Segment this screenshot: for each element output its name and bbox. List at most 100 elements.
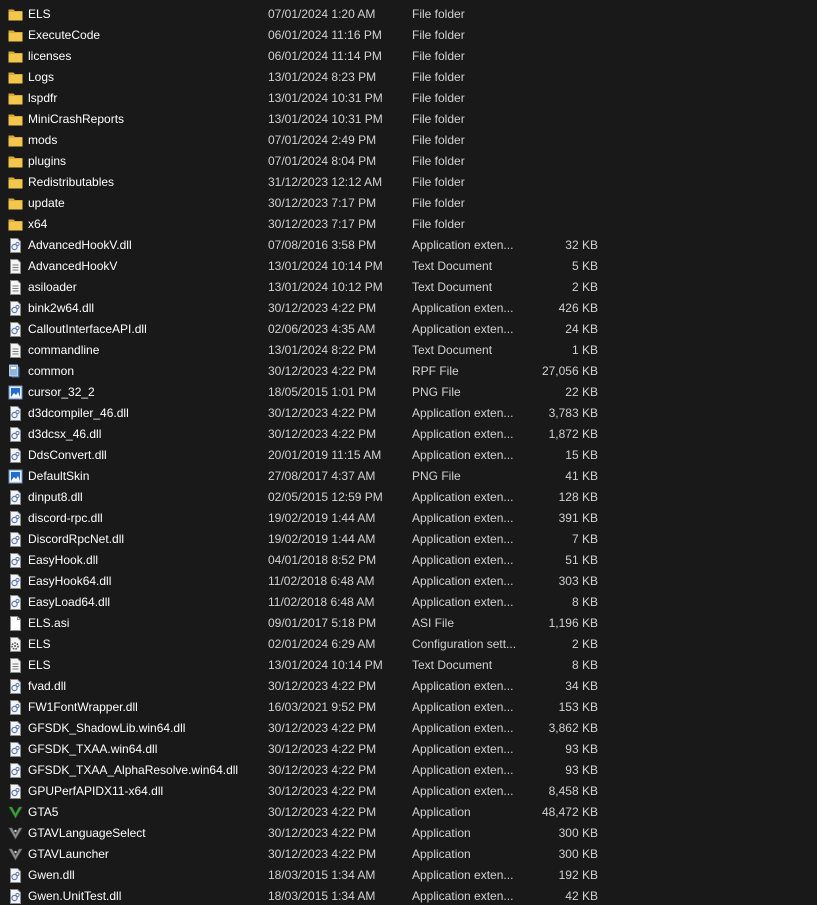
dll-file-icon <box>8 700 23 715</box>
file-size: 15 KB <box>565 448 598 462</box>
file-type: Application exten... <box>412 490 514 504</box>
file-row[interactable]: EasyHook64.dll 11/02/2018 6:48 AM Applicat… <box>0 571 817 592</box>
file-type: Application <box>412 826 471 840</box>
file-type: Text Document <box>412 280 493 294</box>
file-date-modified: 30/12/2023 4:22 PM <box>268 721 377 735</box>
file-size: 300 KB <box>558 847 598 861</box>
file-date-modified: 30/12/2023 4:22 PM <box>268 742 377 756</box>
folder-icon <box>8 112 23 127</box>
file-size: 27,056 KB <box>541 364 598 378</box>
folder-icon <box>8 70 23 85</box>
file-name: ELS <box>28 658 51 672</box>
file-row[interactable]: asiloader 13/01/2024 10:12 PM Text Documen… <box>0 277 817 298</box>
file-size: 300 KB <box>558 826 598 840</box>
file-row[interactable]: GTAVLauncher 30/12/2023 4:22 PM Applicatio… <box>0 844 817 865</box>
file-size <box>520 193 598 214</box>
folder-icon <box>8 28 23 43</box>
file-type: Application exten... <box>412 721 514 735</box>
file-type: File folder <box>412 112 465 126</box>
file-date-modified: 30/12/2023 4:22 PM <box>268 784 377 798</box>
dll-file-icon <box>8 868 23 883</box>
file-row[interactable]: ExecuteCode 06/01/2024 11:16 PM File folde… <box>0 25 817 46</box>
file-date-modified: 07/01/2024 1:20 AM <box>268 7 376 21</box>
file-row[interactable]: common 30/12/2023 4:22 PM RPF File 27,056 K… <box>0 361 817 382</box>
file-row[interactable]: discord-rpc.dll 19/02/2019 1:44 AM Applica… <box>0 508 817 529</box>
file-date-modified: 02/01/2024 6:29 AM <box>268 637 376 651</box>
file-row[interactable]: ELS.asi 09/01/2017 5:18 PM ASI File 1,196 K… <box>0 613 817 634</box>
file-type: RPF File <box>412 364 459 378</box>
file-size: 93 KB <box>565 763 598 777</box>
text-document-icon <box>8 658 23 673</box>
png-file-icon <box>8 385 23 400</box>
file-row[interactable]: d3dcompiler_46.dll 30/12/2023 4:22 PM Appl… <box>0 403 817 424</box>
dll-file-icon <box>8 532 23 547</box>
file-row[interactable]: MiniCrashReports 13/01/2024 10:31 PM File … <box>0 109 817 130</box>
dll-file-icon <box>8 763 23 778</box>
file-row[interactable]: EasyHook.dll 04/01/2018 8:52 PM Applicatio… <box>0 550 817 571</box>
file-date-modified: 30/12/2023 4:22 PM <box>268 847 377 861</box>
dll-file-icon <box>8 490 23 505</box>
dll-file-icon <box>8 511 23 526</box>
file-type: Application exten... <box>412 679 514 693</box>
file-name: GTA5 <box>28 805 59 819</box>
folder-icon <box>8 196 23 211</box>
file-name: plugins <box>28 154 67 168</box>
file-row[interactable]: GFSDK_TXAA_AlphaResolve.win64.dll 30/12/2… <box>0 760 817 781</box>
file-row[interactable]: CalloutInterfaceAPI.dll 02/06/2023 4:35 A… <box>0 319 817 340</box>
folder-icon <box>8 154 23 169</box>
file-row[interactable]: ELS 13/01/2024 10:14 PM Text Document 8 KB <box>0 655 817 676</box>
file-row[interactable]: cursor_32_2 18/05/2015 1:01 PM PNG File 22 … <box>0 382 817 403</box>
config-file-icon <box>8 637 23 652</box>
file-row[interactable]: commandline 13/01/2024 8:22 PM Text Docume… <box>0 340 817 361</box>
file-row[interactable]: DiscordRpcNet.dll 19/02/2019 1:44 AM Appli… <box>0 529 817 550</box>
file-size: 1 KB <box>571 343 598 357</box>
file-name: DefaultSkin <box>28 469 90 483</box>
folder-icon <box>8 91 23 106</box>
file-size: 426 KB <box>558 301 598 315</box>
file-row[interactable]: x64 30/12/2023 7:17 PM File folder <box>0 214 817 235</box>
dll-file-icon <box>8 679 23 694</box>
file-type: Application exten... <box>412 595 514 609</box>
file-type: File folder <box>412 28 465 42</box>
gta-launcher-app-icon <box>8 826 23 841</box>
file-row[interactable]: mods 07/01/2024 2:49 PM File folder <box>0 130 817 151</box>
file-row[interactable]: FW1FontWrapper.dll 16/03/2021 9:52 PM Appl… <box>0 697 817 718</box>
file-name: ExecuteCode <box>28 28 101 42</box>
file-row[interactable]: AdvancedHookV 13/01/2024 10:14 PM Text Doc… <box>0 256 817 277</box>
file-row[interactable]: Gwen.dll 18/03/2015 1:34 AM Application ex… <box>0 865 817 886</box>
file-date-modified: 20/01/2019 11:15 AM <box>268 448 382 462</box>
file-row[interactable]: GTA5 30/12/2023 4:22 PM Application 48,472 … <box>0 802 817 823</box>
dll-file-icon <box>8 889 23 904</box>
file-row[interactable]: ELS 02/01/2024 6:29 AM Configuration sett.… <box>0 634 817 655</box>
file-type: Application exten... <box>412 301 514 315</box>
file-row[interactable]: DefaultSkin 27/08/2017 4:37 AM PNG File 41 … <box>0 466 817 487</box>
file-row[interactable]: bink2w64.dll 30/12/2023 4:22 PM Applicatio… <box>0 298 817 319</box>
file-name: d3dcsx_46.dll <box>28 427 102 441</box>
file-row[interactable]: dinput8.dll 02/05/2015 12:59 PM Applicatio… <box>0 487 817 508</box>
file-row[interactable]: lspdfr 13/01/2024 10:31 PM File folder <box>0 88 817 109</box>
file-row[interactable]: GFSDK_ShadowLib.win64.dll 30/12/2023 4:22… <box>0 718 817 739</box>
file-row[interactable]: Logs 13/01/2024 8:23 PM File folder <box>0 67 817 88</box>
file-date-modified: 30/12/2023 7:17 PM <box>268 196 377 210</box>
file-type: Configuration sett... <box>412 637 517 651</box>
file-date-modified: 06/01/2024 11:14 PM <box>268 49 382 63</box>
file-row[interactable]: EasyLoad64.dll 11/02/2018 6:48 AM Applicat… <box>0 592 817 613</box>
png-file-icon <box>8 469 23 484</box>
file-row[interactable]: DdsConvert.dll 20/01/2019 11:15 AM Applica… <box>0 445 817 466</box>
file-row[interactable]: Gwen.UnitTest.dll 18/03/2015 1:34 AM Appli… <box>0 886 817 905</box>
file-name: GFSDK_TXAA_AlphaResolve.win64.dll <box>28 763 239 777</box>
file-row[interactable]: licenses 06/01/2024 11:14 PM File folder <box>0 46 817 67</box>
file-row[interactable]: Redistributables 31/12/2023 12:12 AM File … <box>0 172 817 193</box>
file-row[interactable]: fvad.dll 30/12/2023 4:22 PM Application ex… <box>0 676 817 697</box>
file-size: 48,472 KB <box>541 805 598 819</box>
file-row[interactable]: ELS 07/01/2024 1:20 AM File folder <box>0 4 817 25</box>
file-row[interactable]: AdvancedHookV.dll 07/08/2016 3:58 PM Appli… <box>0 235 817 256</box>
file-name: AdvancedHookV.dll <box>28 238 132 252</box>
file-row[interactable]: d3dcsx_46.dll 30/12/2023 4:22 PM Applicati… <box>0 424 817 445</box>
file-date-modified: 11/02/2018 6:48 AM <box>268 595 375 609</box>
file-row[interactable]: GTAVLanguageSelect 30/12/2023 4:22 PM Appl… <box>0 823 817 844</box>
file-row[interactable]: update 30/12/2023 7:17 PM File folder <box>0 193 817 214</box>
file-row[interactable]: GPUPerfAPIDX11-x64.dll 30/12/2023 4:22 PM… <box>0 781 817 802</box>
file-row[interactable]: GFSDK_TXAA.win64.dll 30/12/2023 4:22 PM Ap… <box>0 739 817 760</box>
file-row[interactable]: plugins 07/01/2024 8:04 PM File folder <box>0 151 817 172</box>
